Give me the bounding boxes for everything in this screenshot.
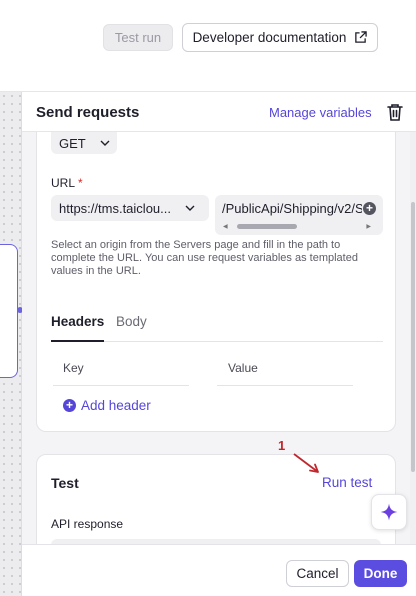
path-value: /PublicApi/Shipping/v2/S — [222, 201, 362, 216]
canvas-node[interactable] — [0, 244, 18, 378]
test-title: Test — [51, 475, 79, 491]
scroll-right-icon[interactable]: ▶ — [366, 223, 371, 230]
path-scrollbar[interactable]: ◀ ▶ — [223, 223, 371, 230]
scroll-left-icon[interactable]: ◀ — [223, 223, 228, 230]
origin-value: https://tms.taiclou... — [59, 200, 171, 216]
panel-title: Send requests — [36, 104, 140, 121]
api-response-label: API response — [51, 517, 124, 531]
divider — [53, 385, 189, 386]
headers-key-column: Key — [63, 361, 84, 375]
tab-headers[interactable]: Headers — [51, 314, 105, 342]
url-label: URL * — [51, 176, 83, 190]
divider — [217, 385, 353, 386]
panel-footer: Cancel Done — [22, 544, 416, 596]
chevron-down-icon — [185, 205, 195, 211]
send-requests-panel: Send requests Manage variables GET URL * … — [22, 92, 416, 596]
request-tabs: Headers Body — [51, 314, 383, 342]
run-test-button[interactable]: Run test — [322, 475, 372, 490]
sparkle-icon — [380, 503, 398, 521]
headers-value-column: Value — [228, 361, 258, 375]
add-header-button[interactable]: + Add header — [63, 398, 151, 413]
required-marker: * — [78, 176, 83, 190]
test-card: Test Run test API response — [36, 454, 396, 554]
annotation-number: 1 — [278, 438, 286, 453]
url-helper-text: Select an origin from the Servers page a… — [51, 239, 358, 277]
method-value: GET — [59, 135, 86, 151]
panel-scrollbar[interactable] — [410, 132, 416, 544]
top-toolbar: Test run Developer documentation — [0, 0, 416, 92]
chevron-down-icon — [100, 140, 110, 146]
cancel-button[interactable]: Cancel — [286, 560, 349, 587]
path-input[interactable]: /PublicApi/Shipping/v2/S + ◀ ▶ — [215, 195, 383, 235]
annotation-arrow-icon — [293, 453, 319, 473]
done-button[interactable]: Done — [354, 560, 407, 587]
scroll-thumb[interactable] — [236, 223, 297, 229]
trash-icon[interactable] — [386, 102, 404, 122]
insert-variable-icon[interactable]: + — [363, 202, 376, 215]
tab-body[interactable]: Body — [116, 314, 147, 342]
method-select[interactable]: GET — [51, 132, 117, 154]
plus-circle-icon: + — [63, 399, 76, 412]
test-run-button[interactable]: Test run — [103, 24, 173, 51]
panel-header: Send requests Manage variables — [22, 92, 416, 132]
developer-documentation-label: Developer documentation — [192, 30, 347, 45]
add-header-label: Add header — [81, 398, 151, 413]
external-link-icon — [355, 31, 368, 43]
ai-assistant-button[interactable] — [371, 494, 407, 530]
manage-variables-link[interactable]: Manage variables — [269, 105, 372, 120]
panel-scroll-thumb[interactable] — [411, 202, 415, 472]
request-card: GET URL * https://tms.taiclou... /PublicA… — [36, 132, 396, 432]
developer-documentation-button[interactable]: Developer documentation — [182, 23, 378, 52]
origin-select[interactable]: https://tms.taiclou... — [51, 195, 209, 221]
